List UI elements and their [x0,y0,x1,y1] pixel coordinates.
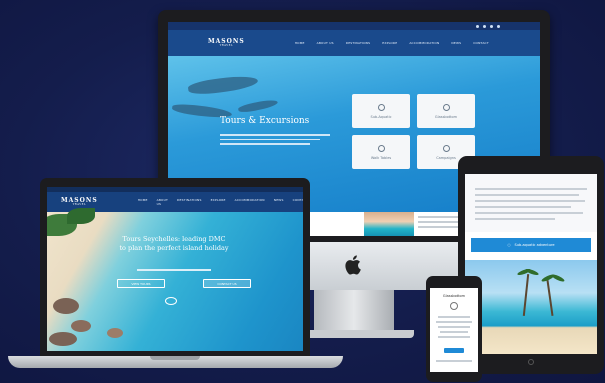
laptop-screen: MASONS TRAVEL HOME ABOUT US DESTINATIONS… [47,187,303,351]
nav-item-about[interactable]: ABOUT US [317,41,334,45]
hero-buttons: VIEW TOURS CONTACT US [117,279,251,288]
smartphone: Glassbottom [426,276,482,382]
nav-item-explore[interactable]: EXPLORE [382,41,397,45]
beach-photo [364,212,414,236]
text-line [475,212,583,214]
text-line [475,194,579,196]
nav-item-news[interactable]: NEWS [451,41,461,45]
nav-item-contact[interactable]: CONTACT [473,41,489,45]
nav-item-home[interactable]: HOME [295,41,305,45]
rock-image [107,328,123,338]
apple-logo-icon [345,255,361,275]
fish-icon [377,103,385,111]
palm-trunk [522,274,530,316]
palm-frond [550,273,566,283]
tablet-text-section [465,174,597,232]
nav-item-destinations[interactable]: DESTINATIONS [177,198,202,206]
text-line [438,326,470,328]
swimmer-image [165,297,177,305]
text-line [475,200,585,202]
tablet-screen: ○ Sub-aquatic adventure [465,174,597,354]
contact-button[interactable]: CONTACT US [203,279,251,288]
showcase-stage: MASONS TRAVEL HOME ABOUT US DESTINATIONS… [0,0,605,383]
desktop-nav: MASONS TRAVEL HOME ABOUT US DESTINATIONS… [168,30,540,56]
hero-text-placeholder [220,134,340,145]
nav-item-explore[interactable]: EXPLORE [211,198,226,206]
laptop: MASONS TRAVEL HOME ABOUT US DESTINATIONS… [40,178,310,356]
walk-icon [377,144,385,152]
rock-image [49,332,77,346]
text-line [475,188,587,190]
text-line [436,321,472,323]
text-line [475,218,555,220]
home-button-icon[interactable] [528,359,534,365]
desktop-nav-items: HOME ABOUT US DESTINATIONS EXPLORE ACCOM… [295,41,489,45]
tablet-feature-bar[interactable]: ○ Sub-aquatic adventure [471,238,591,252]
nav-item-home[interactable]: HOME [138,198,148,206]
rock-image [71,320,91,332]
social-icon[interactable] [476,24,479,28]
social-icon[interactable] [483,24,486,28]
boat-icon [450,302,458,310]
tablet-bar-label: Sub-aquatic adventure [514,243,555,247]
text-line [436,360,472,362]
tablet-beach-image [465,260,597,354]
desktop-topbar [168,22,540,30]
tour-card-label: Walk Tables [370,155,392,160]
monitor-foot [294,330,414,338]
site-logo[interactable]: MASONS TRAVEL [208,38,245,48]
site-logo[interactable]: MASONS TRAVEL [61,197,98,207]
hero-subtext-placeholder [137,269,211,271]
phone-screen: Glassbottom [430,288,478,372]
hero-heading-line: to plan the perfect island holiday [119,244,229,252]
palm-trunk [546,280,554,316]
hero-title: Tours & Excursions [220,116,310,126]
rock-image [53,298,79,314]
text-line [440,331,468,333]
logo-sub: TRAVEL [219,43,234,47]
phone-title: Glassbottom [442,294,466,298]
tour-card[interactable]: Walk Tables [352,135,410,169]
fish-icon: ○ [507,243,511,247]
diver-image [187,73,259,97]
laptop-nav-items: HOME ABOUT US DESTINATIONS EXPLORE ACCOM… [138,198,303,206]
laptop-notch [150,356,200,360]
view-tours-button[interactable]: VIEW TOURS [117,279,165,288]
laptop-hero-heading: Tours Seychelles: leading DMC to plan th… [99,235,249,253]
flag-icon [442,144,450,152]
text-line [438,316,470,318]
nav-item-accommodation[interactable]: ACCOMMODATION [235,198,265,206]
nav-item-accommodation[interactable]: ACCOMMODATION [409,41,439,45]
diver-image [237,97,279,115]
social-icon[interactable] [490,24,493,28]
tour-card[interactable]: Sub-Aquatic [352,94,410,128]
tour-card-label: Sub-Aquatic [370,114,392,119]
text-line [438,336,470,338]
tour-card[interactable]: Glassbottom [417,94,475,128]
tour-card-label: Campaigns [436,155,456,160]
foliage-image [67,208,95,224]
logo-sub: TRAVEL [72,202,87,206]
monitor-stand [314,290,394,334]
hero-heading-line: Tours Seychelles: leading DMC [122,235,226,243]
nav-item-destinations[interactable]: DESTINATIONS [346,41,371,45]
nav-item-contact[interactable]: CONTACT [293,198,303,206]
boat-icon [442,103,450,111]
nav-item-about[interactable]: ABOUT US [157,198,168,206]
text-line [475,206,571,208]
nav-item-news[interactable]: NEWS [274,198,284,206]
tour-card-label: Glassbottom [434,114,458,119]
social-icon[interactable] [497,24,500,28]
tour-cards: Sub-Aquatic Glassbottom Walk Tables Camp… [352,94,475,169]
phone-cta-button[interactable] [444,348,464,353]
